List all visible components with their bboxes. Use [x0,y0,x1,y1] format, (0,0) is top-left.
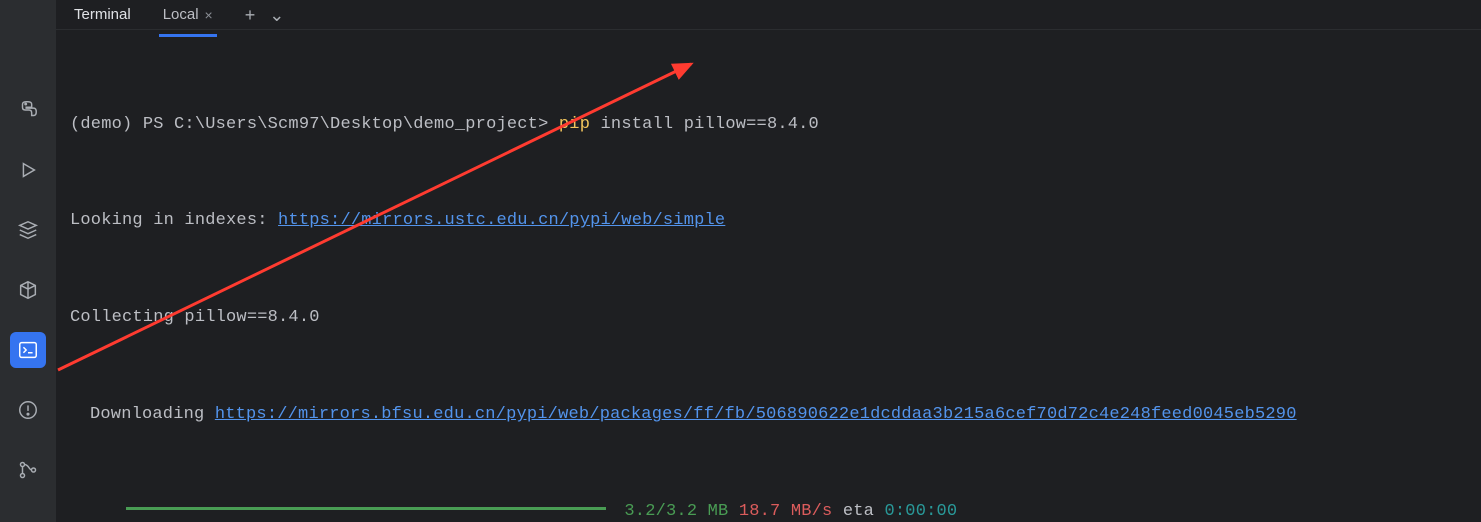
command-pip: pip [559,115,590,134]
progress-bar [126,507,606,510]
download-url-link[interactable]: https://mirrors.bfsu.edu.cn/pypi/web/pac… [215,405,1297,424]
sidebar-problems-icon[interactable] [10,392,46,428]
eta-value: 0:00:00 [885,502,958,521]
panel-title: Terminal [74,6,131,23]
sidebar-terminal-icon[interactable] [10,332,46,368]
tab-local[interactable]: Local × [159,0,217,29]
tab-actions: + ⌄ [245,6,285,24]
sidebar-git-icon[interactable] [10,452,46,488]
progress-line: 3.2/3.2 MB 18.7 MB/s eta 0:00:00 [70,496,1467,522]
terminal-tabbar: Terminal Local × + ⌄ [56,0,1481,30]
new-tab-icon[interactable]: + [245,6,256,24]
tab-local-label: Local [163,6,199,23]
downloading-label: Downloading [90,405,215,424]
tab-close-icon[interactable]: × [205,7,213,23]
command-rest: install pillow==8.4.0 [590,115,819,134]
terminal-output[interactable]: (demo) PS C:\Users\Scm97\Desktop\demo_pr… [56,30,1481,522]
looking-label: Looking in indexes: [70,211,278,230]
looking-line: Looking in indexes: https://mirrors.ustc… [70,205,1467,237]
sidebar-run-icon[interactable] [10,152,46,188]
prompt-path: PS C:\Users\Scm97\Desktop\demo_project> [143,115,559,134]
tab-menu-chevron-icon[interactable]: ⌄ [269,6,284,24]
downloading-line: Downloading https://mirrors.bfsu.edu.cn/… [70,399,1467,431]
tool-sidebar [0,0,56,522]
prompt-env: (demo) [70,115,143,134]
sidebar-packages-icon[interactable] [10,272,46,308]
sidebar-python-icon[interactable] [10,92,46,128]
collecting-line: Collecting pillow==8.4.0 [70,302,1467,334]
download-rate: 18.7 MB/s [739,502,833,521]
sidebar-services-icon[interactable] [10,212,46,248]
main-panel: Terminal Local × + ⌄ (demo) PS C:\Users\… [56,0,1481,522]
eta-label: eta [843,502,874,521]
index-url-link[interactable]: https://mirrors.ustc.edu.cn/pypi/web/sim… [278,211,725,230]
download-size: 3.2/3.2 MB [624,502,728,521]
prompt-line-1: (demo) PS C:\Users\Scm97\Desktop\demo_pr… [70,109,1467,141]
